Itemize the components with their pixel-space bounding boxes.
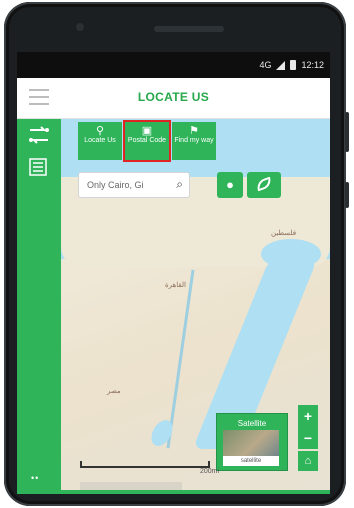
tile-label: Find my way (174, 137, 214, 144)
tile-postal-code[interactable]: ▣ Postal Code (123, 120, 171, 162)
home-button[interactable]: ⌂ (298, 451, 318, 471)
leaf-button[interactable] (247, 172, 281, 198)
more-dots[interactable]: •• (31, 473, 39, 483)
tile-label: Locate Us (84, 137, 116, 144)
list-icon[interactable] (27, 157, 51, 177)
action-tiles: ⚲ Locate Us ▣ Postal Code ⚑ Find my way (78, 120, 216, 162)
location-pin-icon: ● (226, 177, 234, 192)
swap-direction-icon[interactable] (27, 125, 51, 145)
map-attribution (80, 482, 182, 490)
search-input[interactable] (85, 173, 169, 197)
tile-label: Postal Code (127, 137, 167, 144)
tile-find-my-way[interactable]: ⚑ Find my way (172, 122, 216, 160)
route-icon: ⚑ (189, 125, 199, 137)
left-rail: •• (17, 119, 61, 493)
my-location-button[interactable]: ● (217, 172, 243, 198)
search-box: ⌕ (78, 172, 190, 198)
map-place-cairo: القاهرة (165, 282, 186, 289)
home-icon: ⌂ (304, 455, 312, 467)
bottom-strip (17, 490, 330, 494)
building-icon: ▣ (141, 125, 153, 137)
scale-bar (80, 461, 210, 468)
location-pin-icon: ⚲ (95, 125, 105, 137)
map-place-egypt: مصر (107, 388, 121, 395)
earpiece-speaker (154, 26, 224, 32)
zoom-control: + − (298, 405, 318, 449)
layer-caption: satellite (223, 456, 279, 466)
power-button (345, 182, 349, 208)
zoom-in-button[interactable]: + (298, 405, 318, 427)
volume-button (345, 112, 349, 152)
front-camera (76, 23, 84, 31)
tile-locate-us[interactable]: ⚲ Locate Us (78, 122, 122, 160)
leaf-icon (254, 176, 274, 192)
layer-label: Satellite (237, 419, 267, 428)
scale-label: 200mi (200, 468, 220, 475)
search-icon[interactable]: ⌕ (176, 177, 183, 192)
map-place-palestine: فلسطين (271, 230, 297, 237)
map-layer-switcher[interactable]: Satellite satellite (216, 413, 288, 471)
zoom-out-button[interactable]: − (298, 427, 318, 449)
